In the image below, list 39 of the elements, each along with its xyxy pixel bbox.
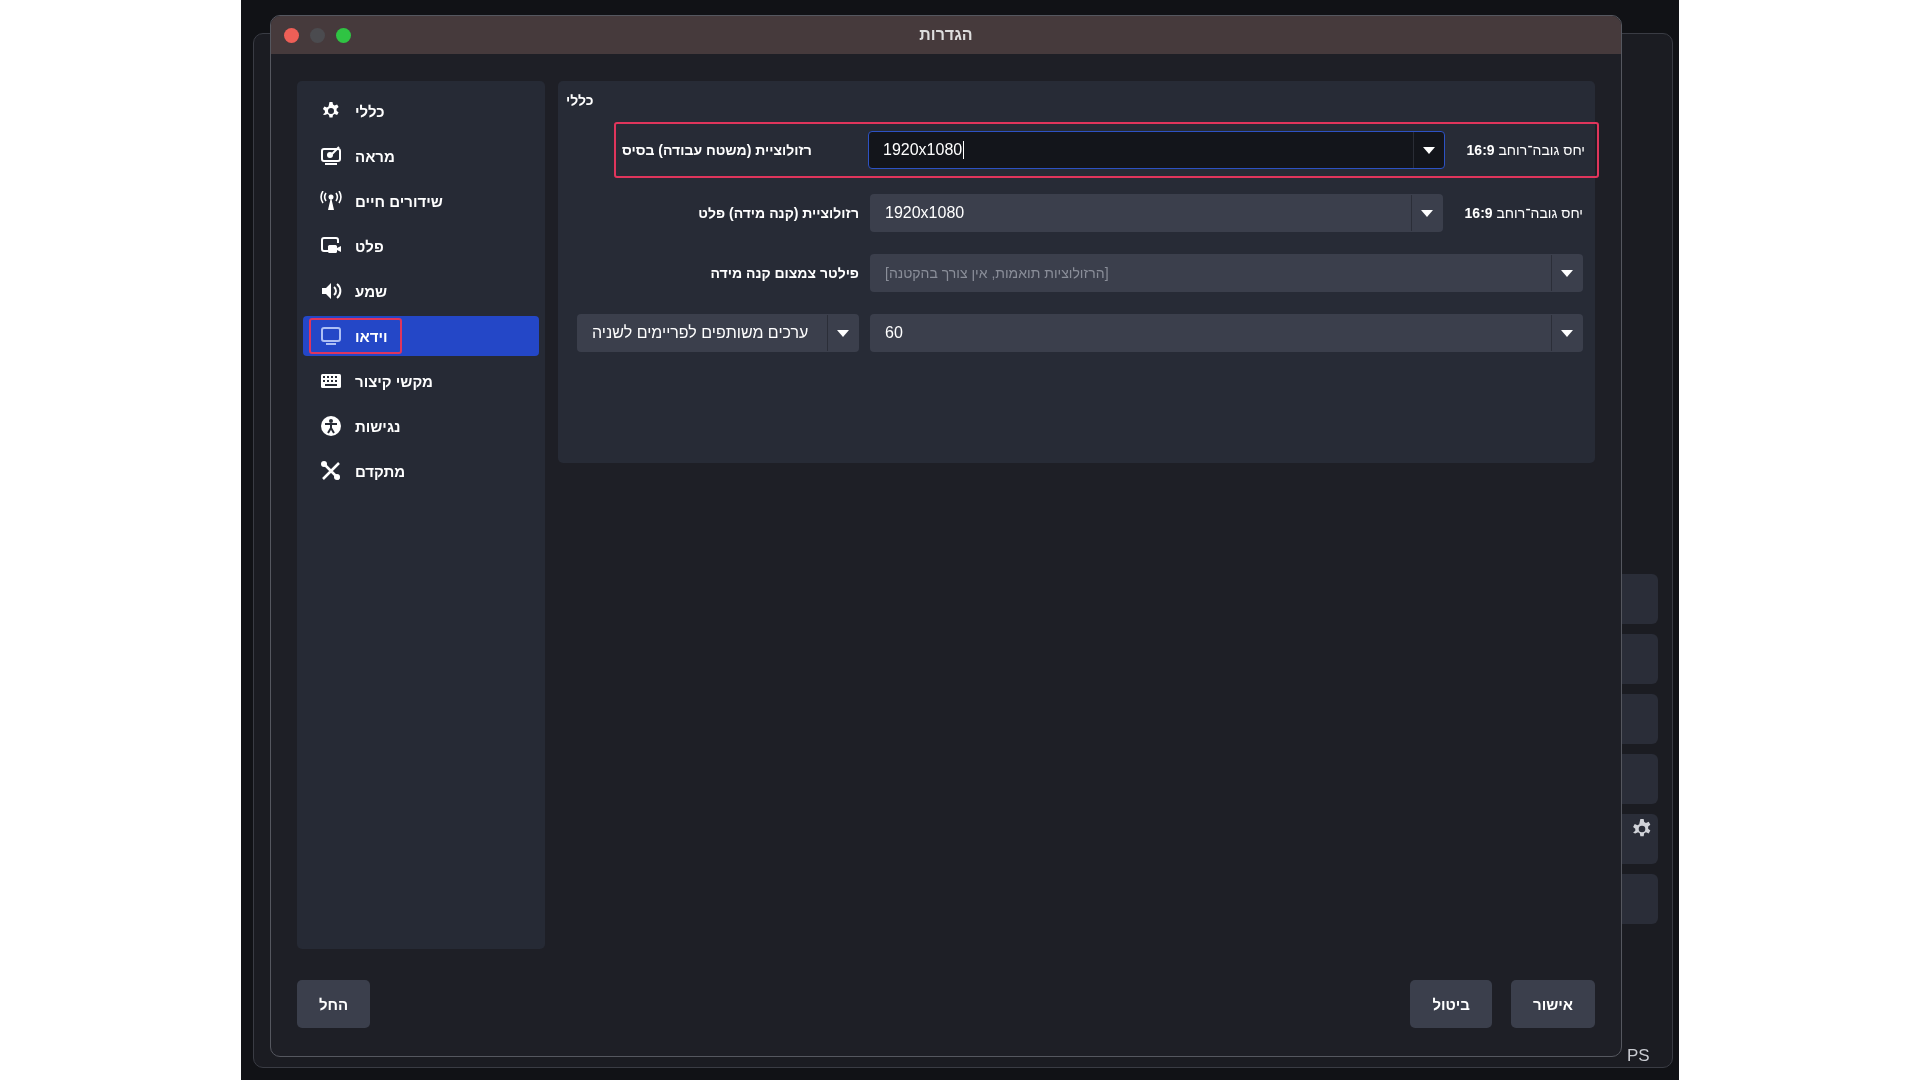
ok-button[interactable]: אישור bbox=[1511, 980, 1595, 1028]
dropdown[interactable]: 1920x1080 bbox=[870, 194, 1443, 232]
apply-button[interactable]: החל bbox=[297, 980, 371, 1028]
zoom-button[interactable] bbox=[336, 27, 351, 43]
window-title: הגדרות bbox=[919, 26, 973, 44]
cancel-button[interactable]: ביטול bbox=[1410, 980, 1492, 1028]
caret-icon bbox=[1561, 329, 1573, 337]
caret-icon bbox=[1561, 269, 1573, 277]
caret-icon bbox=[837, 329, 849, 337]
sidebar-item[interactable]: מתקדם bbox=[303, 451, 539, 491]
field-label: רזולוציית (קנה מידה) פלט bbox=[697, 205, 859, 221]
tools-icon bbox=[320, 460, 342, 482]
sidebar-item[interactable]: מראה bbox=[303, 136, 539, 176]
camera-screen-icon bbox=[320, 236, 342, 256]
fps-type-dropdown[interactable]: ערכים משותפים לפריימים לשניה bbox=[577, 314, 859, 352]
field-label: פילטר צמצום קנה מידה bbox=[709, 265, 859, 281]
monitor-pen-icon bbox=[320, 146, 342, 166]
sidebar-item[interactable]: שמע bbox=[303, 271, 539, 311]
caret-icon bbox=[1421, 209, 1433, 217]
accessibility-icon bbox=[320, 415, 342, 437]
keyboard-icon bbox=[320, 373, 342, 389]
section-title: כללי bbox=[566, 92, 594, 108]
caret-icon bbox=[1423, 146, 1435, 154]
sidebar-item[interactable]: פלט bbox=[303, 226, 539, 266]
close-button[interactable] bbox=[284, 27, 299, 43]
sidebar-item[interactable]: כללי bbox=[303, 91, 539, 131]
sidebar-item[interactable]: שידורים חיים bbox=[303, 181, 539, 221]
dropdown[interactable]: 1920x1080 bbox=[868, 131, 1445, 169]
field-label: רזולוציית (משטח עבודה) בסיס bbox=[621, 142, 813, 158]
monitor-icon bbox=[320, 326, 342, 346]
gear-icon bbox=[321, 101, 341, 121]
dropdown[interactable]: 60 bbox=[870, 314, 1583, 352]
sidebar-item[interactable]: וידאו bbox=[303, 316, 539, 356]
sidebar-item[interactable]: נגישות bbox=[303, 406, 539, 446]
antenna-icon bbox=[319, 191, 343, 211]
sidebar-item[interactable]: מקשי קיצור bbox=[303, 361, 539, 401]
text-cursor bbox=[963, 141, 965, 159]
speaker-icon bbox=[320, 281, 342, 301]
status-text: PS bbox=[1627, 1046, 1650, 1066]
